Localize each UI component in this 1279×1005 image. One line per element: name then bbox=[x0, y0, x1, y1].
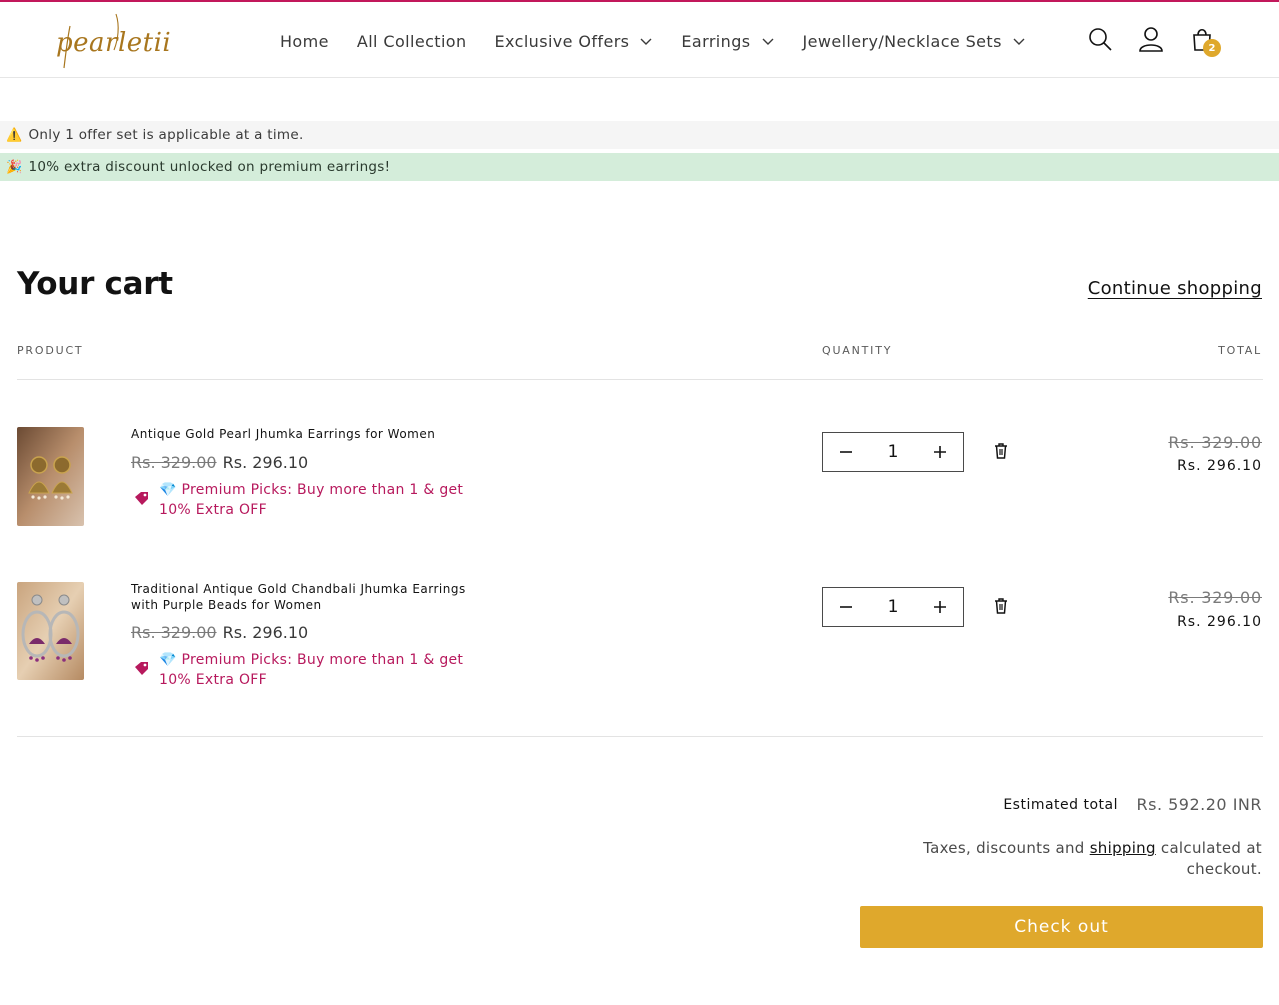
quantity-stepper: 1 bbox=[822, 432, 964, 472]
nav-label: Home bbox=[280, 31, 329, 51]
column-header-product: PRODUCT bbox=[17, 344, 84, 357]
site-header: pearletii Home All Collection Exclusive … bbox=[0, 2, 1279, 78]
divider bbox=[17, 379, 1263, 380]
product-name-link[interactable]: Traditional Antique Gold Chandbali Jhumk… bbox=[131, 581, 471, 613]
product-name-link[interactable]: Antique Gold Pearl Jhumka Earrings for W… bbox=[131, 426, 471, 442]
sale-price: Rs. 296.10 bbox=[222, 623, 309, 642]
compare-price: Rs. 329.00 bbox=[131, 623, 217, 642]
chevron-down-icon bbox=[1013, 38, 1025, 45]
notice-text: 10% extra discount unlocked on premium e… bbox=[28, 159, 391, 175]
sale-price: Rs. 296.10 bbox=[222, 453, 309, 472]
nav-all-collection[interactable]: All Collection bbox=[343, 32, 481, 51]
search-icon[interactable] bbox=[1086, 25, 1114, 53]
brand-logo[interactable]: pearletii bbox=[56, 6, 171, 72]
nav-label: Jewellery/Necklace Sets bbox=[802, 31, 1002, 51]
continue-shopping-link[interactable]: Continue shopping bbox=[1088, 278, 1262, 299]
quantity-stepper: 1 bbox=[822, 587, 964, 627]
cart-count-badge: 2 bbox=[1203, 39, 1221, 57]
decrease-quantity-button[interactable] bbox=[823, 433, 869, 471]
tax-note-text: calculated at checkout. bbox=[1155, 839, 1262, 878]
discount-tag-icon bbox=[135, 662, 148, 675]
minus-icon bbox=[840, 606, 852, 608]
increase-quantity-button[interactable] bbox=[917, 588, 963, 626]
divider bbox=[17, 736, 1263, 737]
nav-jewellery-sets[interactable]: Jewellery/Necklace Sets bbox=[789, 32, 1040, 51]
product-image[interactable] bbox=[17, 582, 84, 680]
page-title: Your cart bbox=[17, 266, 173, 302]
column-header-quantity: QUANTITY bbox=[822, 344, 893, 357]
compare-price: Rs. 329.00 bbox=[131, 453, 217, 472]
chevron-down-icon bbox=[762, 38, 773, 45]
minus-icon bbox=[840, 451, 852, 453]
nav-exclusive-offers[interactable]: Exclusive Offers bbox=[481, 32, 668, 51]
jhumka-earring-image bbox=[17, 427, 84, 526]
discount-promo: 💎 Premium Picks: Buy more than 1 & get 1… bbox=[131, 651, 471, 690]
decrease-quantity-button[interactable] bbox=[823, 588, 869, 626]
checkout-button[interactable]: Check out bbox=[860, 906, 1263, 948]
tax-note: Taxes, discounts and shipping calculated… bbox=[882, 838, 1262, 880]
estimated-total-value: Rs. 592.20 INR bbox=[1136, 795, 1262, 814]
line-total-original: Rs. 329.00 bbox=[1168, 588, 1262, 607]
quantity-input[interactable]: 1 bbox=[873, 442, 913, 462]
quantity-input[interactable]: 1 bbox=[873, 597, 913, 617]
column-header-total: TOTAL bbox=[1218, 344, 1262, 357]
discount-promo: 💎 Premium Picks: Buy more than 1 & get 1… bbox=[131, 481, 471, 520]
nav-earrings[interactable]: Earrings bbox=[667, 32, 788, 51]
offer-warning-notice: ⚠️ Only 1 offer set is applicable at a t… bbox=[0, 121, 1279, 149]
nav-label: Earrings bbox=[681, 31, 751, 51]
plus-icon bbox=[934, 601, 946, 613]
nav-label: All Collection bbox=[356, 31, 467, 51]
promo-text: 💎 Premium Picks: Buy more than 1 & get 1… bbox=[159, 652, 464, 688]
account-icon[interactable] bbox=[1137, 25, 1165, 53]
line-total-discounted: Rs. 296.10 bbox=[1177, 614, 1262, 630]
product-price: Rs. 329.00 Rs. 296.10 bbox=[131, 623, 308, 642]
logo-text: pearletii bbox=[56, 28, 172, 58]
party-icon: 🎉 bbox=[6, 159, 23, 175]
tax-note-text: Taxes, discounts and bbox=[923, 839, 1090, 857]
shipping-policy-link[interactable]: shipping bbox=[1090, 839, 1156, 857]
estimated-total-label: Estimated total bbox=[1003, 797, 1118, 813]
discount-tag-icon bbox=[135, 492, 148, 505]
trash-icon[interactable] bbox=[992, 597, 1010, 615]
product-image[interactable] bbox=[17, 427, 84, 526]
chandbali-earring-image bbox=[17, 582, 84, 680]
main-nav: Home All Collection Exclusive Offers Ear… bbox=[266, 28, 1040, 54]
promo-text: 💎 Premium Picks: Buy more than 1 & get 1… bbox=[159, 482, 464, 518]
nav-home[interactable]: Home bbox=[266, 32, 343, 51]
notice-text: Only 1 offer set is applicable at a time… bbox=[28, 127, 304, 143]
trash-icon[interactable] bbox=[992, 442, 1010, 460]
line-total-original: Rs. 329.00 bbox=[1168, 433, 1262, 452]
product-price: Rs. 329.00 Rs. 296.10 bbox=[131, 453, 308, 472]
plus-icon bbox=[934, 446, 946, 458]
warning-icon: ⚠️ bbox=[6, 127, 23, 143]
discount-success-notice: 🎉 10% extra discount unlocked on premium… bbox=[0, 153, 1279, 181]
line-total-discounted: Rs. 296.10 bbox=[1177, 458, 1262, 474]
chevron-down-icon bbox=[640, 38, 652, 45]
nav-label: Exclusive Offers bbox=[494, 31, 630, 51]
increase-quantity-button[interactable] bbox=[917, 433, 963, 471]
